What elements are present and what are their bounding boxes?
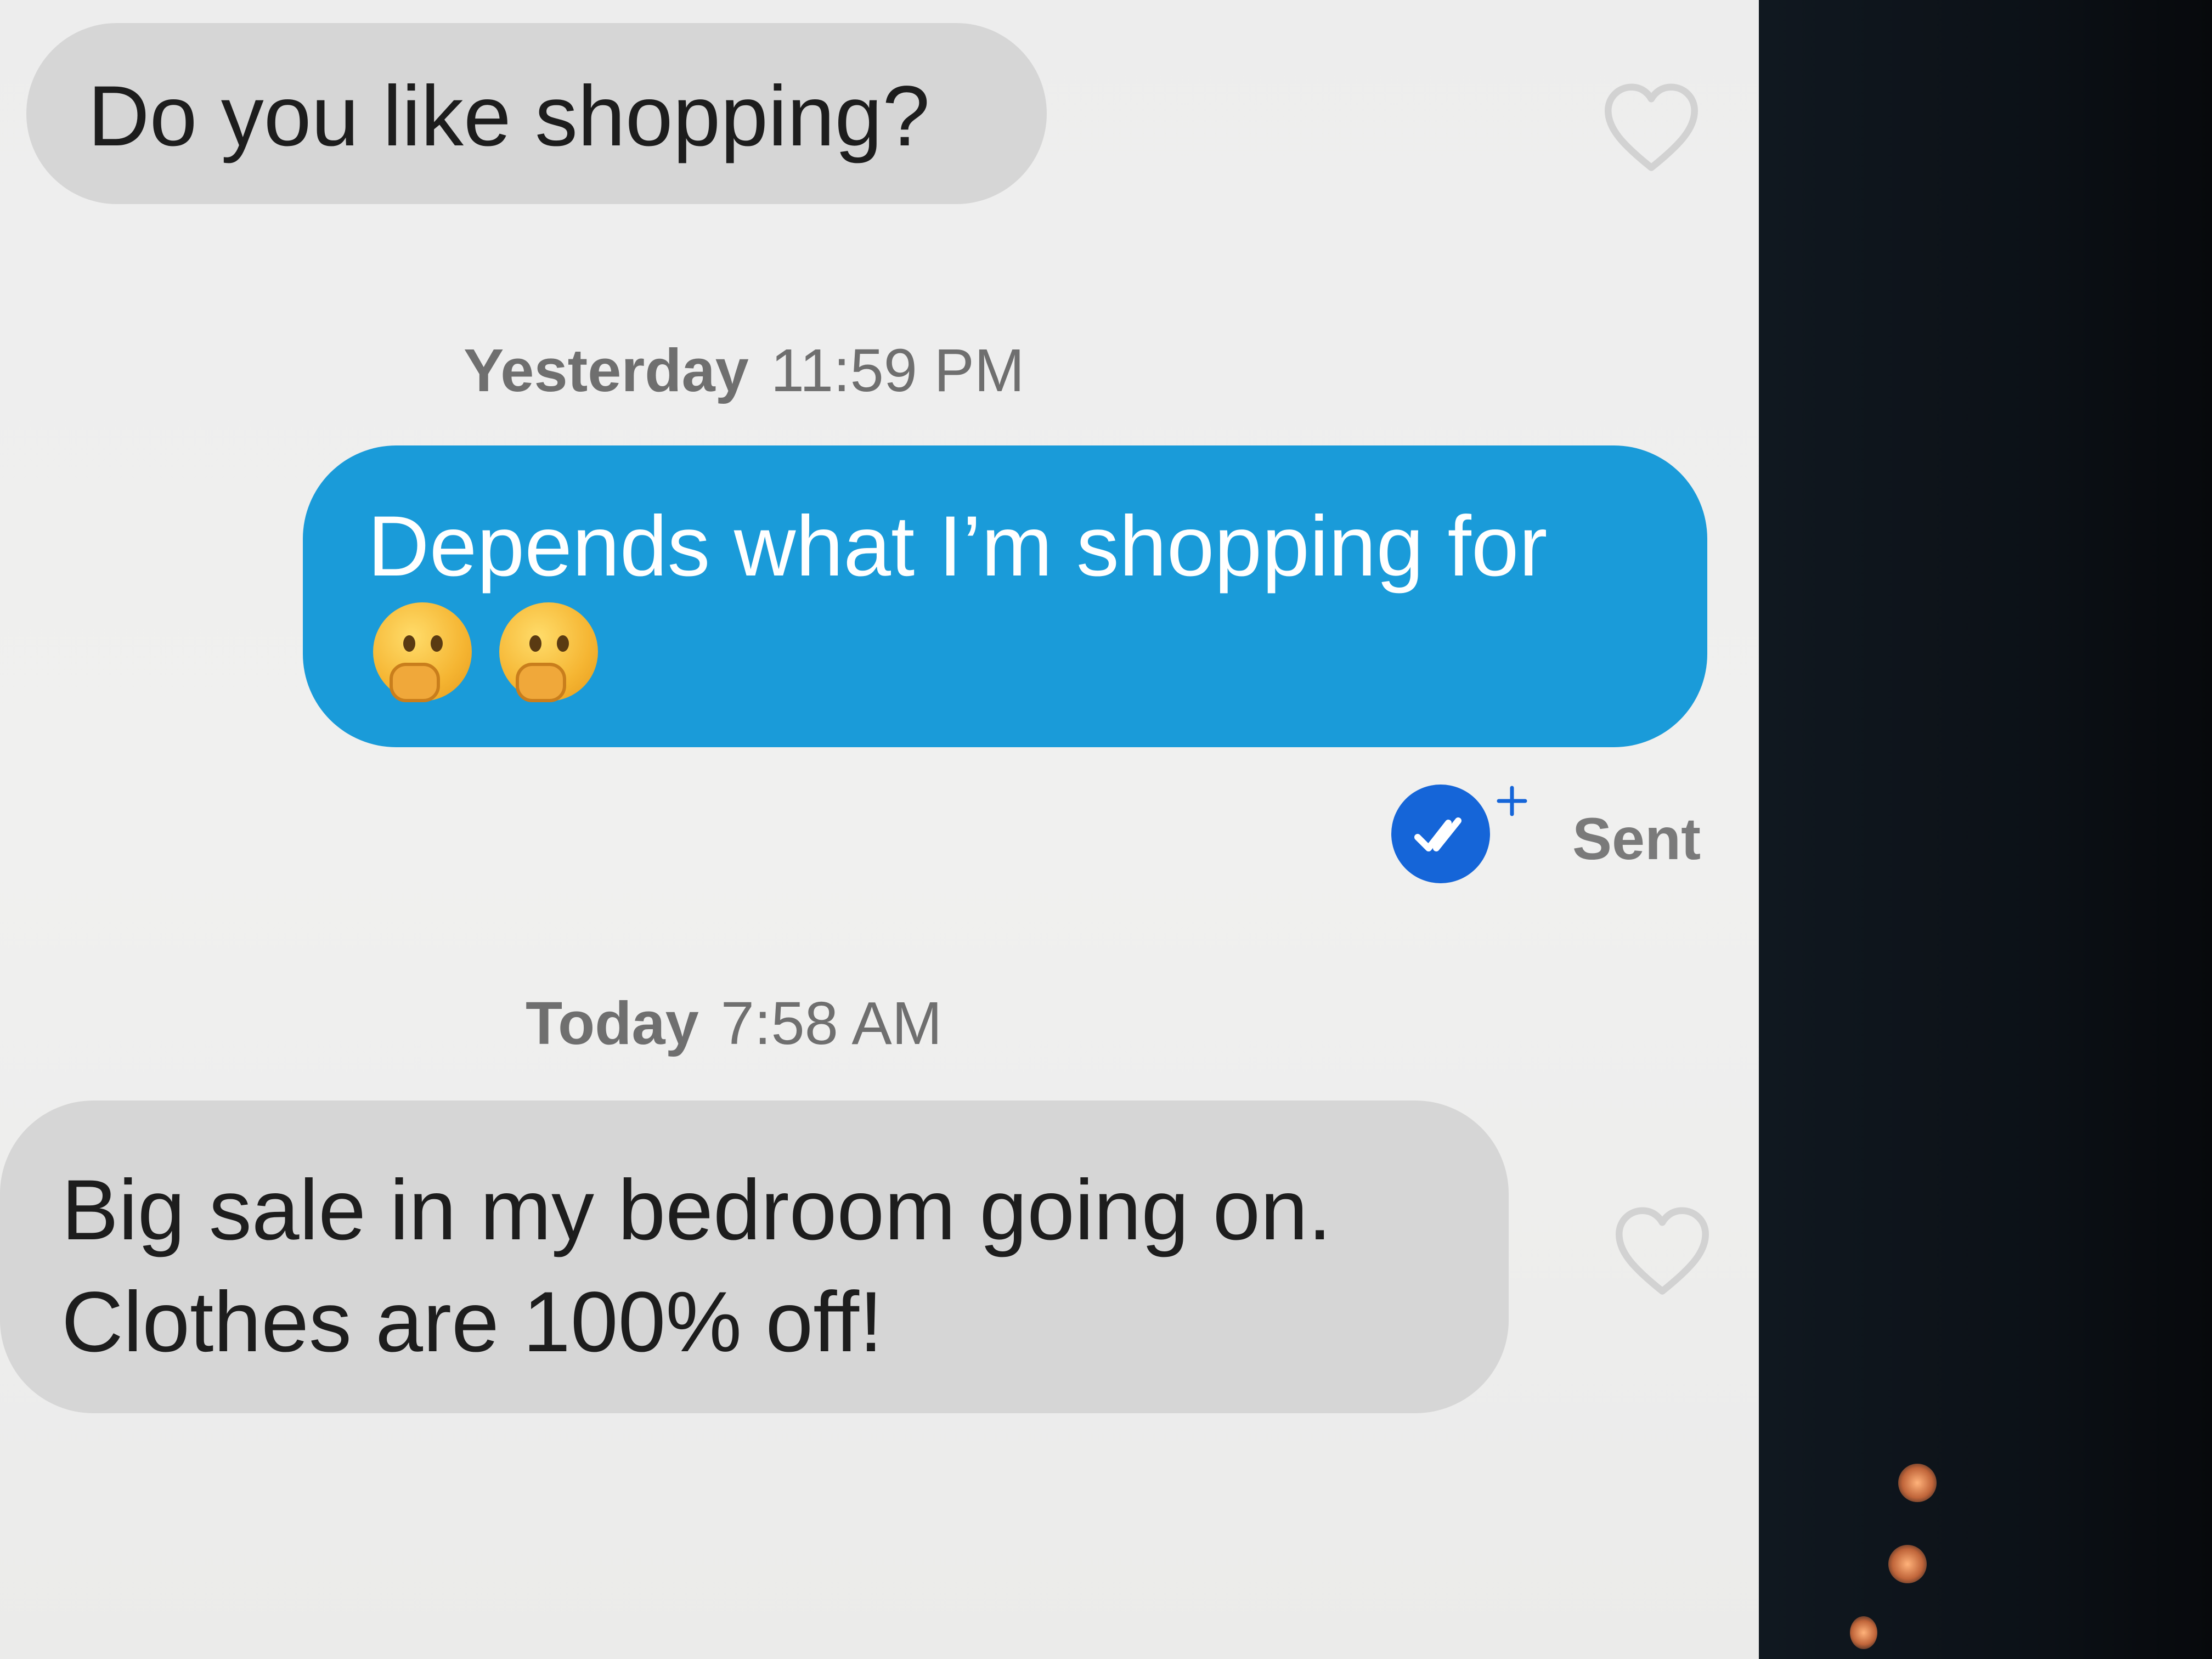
plus-icon [1497, 786, 1527, 816]
chat-screen: Do you like shopping? Yesterday 11:59 PM … [0, 0, 1769, 1659]
read-receipt-badge [1391, 785, 1490, 883]
message-text: Depends what I’m shopping for [368, 499, 1548, 594]
delivery-status: Sent [1572, 805, 1701, 872]
thinking-face-emoji [499, 602, 598, 702]
incoming-message-bubble[interactable]: Big sale in my bedroom going on. Clothes… [0, 1101, 1509, 1413]
background-light [1850, 1616, 1877, 1649]
message-text: Big sale in my bedroom going on. Clothes… [61, 1163, 1332, 1370]
background-light [1888, 1545, 1927, 1583]
incoming-message-bubble[interactable]: Do you like shopping? [26, 23, 1047, 204]
timestamp-day: Today [526, 990, 699, 1057]
heart-outline-icon[interactable] [1613, 1205, 1712, 1298]
timestamp-yesterday: Yesterday 11:59 PM [464, 336, 1025, 405]
outgoing-message-bubble[interactable]: Depends what I’m shopping for [303, 445, 1707, 747]
heart-outline-icon[interactable] [1602, 81, 1701, 174]
emoji-row [373, 602, 598, 702]
timestamp-time: 7:58 AM [720, 990, 943, 1057]
message-text: Do you like shopping? [88, 69, 930, 164]
timestamp-time: 11:59 PM [770, 337, 1025, 404]
double-check-icon [1414, 817, 1462, 851]
timestamp-today: Today 7:58 AM [526, 989, 942, 1058]
timestamp-day: Yesterday [464, 337, 749, 404]
dark-background [1759, 0, 2212, 1659]
thinking-face-emoji [373, 602, 472, 702]
background-light [1898, 1464, 1937, 1502]
photo-stage: Do you like shopping? Yesterday 11:59 PM … [0, 0, 2212, 1659]
